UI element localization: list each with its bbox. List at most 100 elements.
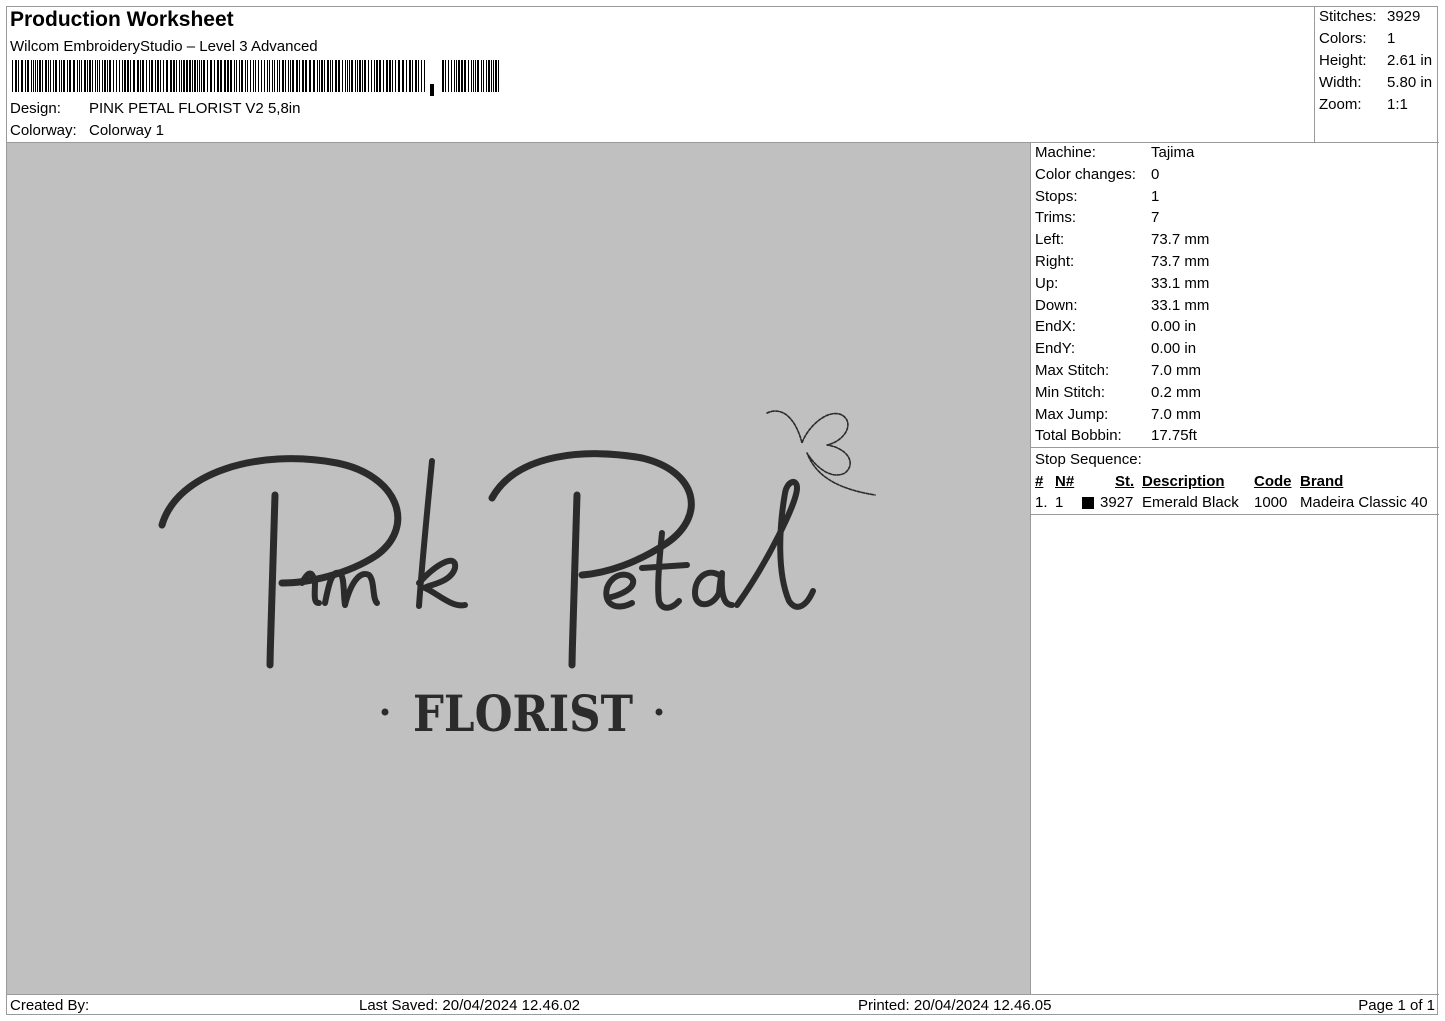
row-description: Emerald Black (1142, 494, 1239, 511)
barcode-bar (486, 60, 487, 92)
barcode-bar (481, 60, 482, 92)
barcode-bar (442, 60, 444, 92)
barcode-bar (179, 60, 180, 92)
barcode-bar (245, 60, 246, 92)
col-num-header: # (1035, 473, 1044, 490)
barcode-bar (50, 60, 51, 92)
barcode-bar (176, 60, 177, 92)
barcode-bar (18, 60, 19, 92)
barcode-bar (25, 60, 26, 92)
barcode-bar (357, 60, 358, 92)
row-code: 1000 (1254, 494, 1288, 511)
summary-panel: Stitches: 3929 Colors: 1 Height: 2.61 in Wi… (1315, 7, 1439, 143)
machine-info-label: Color changes: (1035, 165, 1136, 183)
color-swatch (1082, 497, 1094, 509)
butterfly-icon (766, 410, 876, 496)
barcode-bar (269, 60, 270, 92)
barcode-bar (376, 60, 378, 92)
barcode-bar (282, 60, 284, 92)
machine-info-value: 33.1 mm (1151, 296, 1210, 314)
barcode-bar (73, 60, 75, 92)
barcode-bar (368, 60, 369, 92)
summary-row-height: Height: 2.61 in (1319, 52, 1433, 69)
machine-info-label: Down: (1035, 296, 1078, 314)
barcode-bar (67, 60, 68, 92)
barcode-bar (63, 60, 65, 92)
barcode-bar (371, 60, 372, 92)
barcode-bar (53, 60, 54, 92)
barcode-bar (347, 60, 348, 92)
machine-info-row: Machine: Tajima (1035, 144, 1194, 161)
barcode-bar (87, 60, 88, 92)
barcode-bar (338, 60, 340, 92)
barcode-bar (92, 60, 93, 92)
summary-row-zoom: Zoom: 1:1 (1319, 96, 1408, 113)
barcode-bar (99, 60, 100, 92)
barcode-bar (477, 60, 479, 92)
barcode-bar (33, 60, 34, 92)
barcode-bar (364, 60, 366, 92)
barcode-bar (133, 60, 135, 92)
barcode-bar (15, 60, 17, 92)
barcode-bar (327, 60, 329, 92)
barcode-bar (166, 60, 168, 92)
barcode-bar (157, 60, 159, 92)
barcode-bar (227, 60, 229, 92)
machine-info-value: 0.00 in (1151, 340, 1197, 358)
barcode-bar (272, 60, 273, 92)
barcode-bar (296, 60, 298, 92)
machine-info-row: Total Bobbin: 17.75ft (1035, 427, 1197, 444)
barcode-bar (241, 60, 243, 92)
barcode-bar (332, 60, 333, 92)
barcode-bar (279, 60, 280, 92)
barcode-bar (261, 60, 262, 92)
barcode-bar (61, 60, 62, 92)
page-title: Production Worksheet (10, 8, 234, 31)
machine-info-value: 0 (1151, 165, 1160, 183)
barcode-bar (59, 60, 60, 92)
barcode-bar (201, 60, 202, 92)
barcode-bar (55, 60, 57, 92)
letter-i (299, 570, 322, 606)
machine-info-row: Min Stitch: 0.2 mm (1035, 384, 1201, 401)
barcode-bar (418, 60, 419, 92)
barcode-bar (330, 60, 331, 92)
software-name: Wilcom EmbroideryStudio – Level 3 Advanc… (10, 38, 318, 55)
barcode-bar (313, 60, 315, 92)
letter-l (734, 479, 816, 610)
barcode-bar (461, 60, 463, 92)
barcode-bar (389, 60, 391, 92)
row-stitches: 3927 (1100, 494, 1134, 511)
barcode-bar (493, 60, 494, 92)
barcode-bar (292, 60, 294, 92)
barcode-bar (203, 60, 205, 92)
barcode-bar (127, 60, 129, 92)
machine-info-value: 7 (1151, 209, 1160, 227)
barcode-bar (234, 60, 235, 92)
barcode-bar (409, 60, 411, 92)
barcode-bar (290, 60, 291, 92)
machine-info-value: 33.1 mm (1151, 274, 1210, 292)
machine-info-label: Total Bobbin: (1035, 427, 1122, 445)
barcode-bar (383, 60, 384, 92)
machine-info-label: Max Stitch: (1035, 362, 1110, 379)
barcode-bar (122, 60, 123, 92)
machine-info-label: Max Jump: (1035, 405, 1109, 423)
barcode-bar (192, 60, 193, 92)
barcode-bar (299, 60, 300, 92)
barcode-bar (253, 60, 254, 92)
barcode-bar (224, 60, 226, 92)
barcode-bar (264, 60, 265, 92)
barcode-bar (491, 60, 492, 92)
printed-date: Printed: 20/04/2024 12.46.05 (858, 997, 1052, 1014)
barcode-bar (155, 60, 156, 92)
barcode-bar (267, 60, 268, 92)
barcode-bar (250, 60, 251, 92)
barcode-bar (186, 60, 188, 92)
barcode-bar (319, 60, 320, 92)
barcode-bar (42, 60, 43, 92)
barcode-bar (97, 60, 98, 92)
barcode-bar (119, 60, 120, 92)
machine-info-label: Min Stitch: (1035, 383, 1106, 401)
barcode-bar (194, 60, 196, 92)
